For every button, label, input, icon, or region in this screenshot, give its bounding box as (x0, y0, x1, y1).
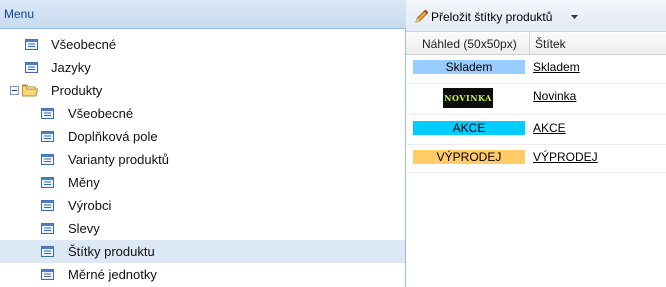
list-icon (41, 154, 54, 165)
menu-tree: Všeobecné Jazyky Produkty Všeobecné Dopl… (0, 33, 405, 286)
tree-item-doplnkova-pole[interactable]: Doplňková pole (0, 125, 405, 148)
collapse-icon[interactable] (10, 86, 19, 95)
label-link[interactable]: Novinka (533, 89, 576, 103)
tree-item-vseobecne[interactable]: Všeobecné (0, 33, 405, 56)
label-link[interactable]: Skladem (533, 60, 580, 74)
column-header-preview[interactable]: Náhled (50x50px) (406, 33, 530, 54)
tree-item-label: Varianty produktů (68, 152, 169, 167)
app-window: Menu Všeobecné Jazyky Produkty Všeobecné (0, 0, 666, 287)
tree-item-label: Produkty (51, 83, 103, 98)
menu-panel-title: Menu (0, 0, 406, 29)
tree-item-label: Všeobecné (51, 37, 117, 52)
label-link[interactable]: AKCE (533, 121, 566, 135)
tree-item-jazyky[interactable]: Jazyky (0, 56, 405, 79)
translate-labels-button-label: Přeložit štítky produktů (431, 10, 553, 24)
tree-item-label: Jazyky (51, 60, 91, 75)
column-header-label[interactable]: Štítek (530, 33, 566, 54)
label-link[interactable]: VÝPRODEJ (533, 150, 598, 164)
list-icon (41, 177, 54, 188)
label-preview-swatch: AKCE (413, 121, 525, 135)
list-icon (25, 62, 38, 73)
grid-header: Náhled (50x50px) Štítek (406, 33, 666, 55)
pencil-icon (415, 9, 429, 23)
folder-open-icon (22, 84, 38, 97)
label-preview-swatch: NOVINKA (443, 88, 493, 108)
table-row[interactable]: AKCE AKCE (406, 115, 666, 145)
tree-item-varianty-produktu[interactable]: Varianty produktů (0, 148, 405, 171)
labels-panel: Přeložit štítky produktů Náhled (50x50px… (406, 0, 666, 287)
list-icon (41, 269, 54, 280)
tree-item-label: Doplňková pole (68, 129, 158, 144)
list-icon (41, 108, 54, 119)
tree-item-produkty[interactable]: Produkty (0, 79, 405, 102)
list-icon (41, 246, 54, 257)
tree-item-meny[interactable]: Měny (0, 171, 405, 194)
tree-item-label: Měrné jednotky (68, 267, 157, 282)
toolbar: Přeložit štítky produktů (406, 0, 666, 32)
tree-item-label: Všeobecné (68, 106, 134, 121)
tree-item-merne-jednotky[interactable]: Měrné jednotky (0, 263, 405, 286)
list-icon (25, 39, 38, 50)
tree-item-produkty-vseobecne[interactable]: Všeobecné (0, 102, 405, 125)
label-preview-swatch: VÝPRODEJ (413, 150, 525, 164)
table-row[interactable]: NOVINKA Novinka (406, 84, 666, 115)
tree-item-label: Měny (68, 175, 100, 190)
table-row[interactable]: VÝPRODEJ VÝPRODEJ (406, 145, 666, 173)
label-preview-swatch: Skladem (413, 60, 525, 74)
menu-panel: Menu Všeobecné Jazyky Produkty Všeobecné (0, 0, 406, 287)
tree-item-vyrobci[interactable]: Výrobci (0, 194, 405, 217)
tree-item-label: Štítky produktu (68, 244, 155, 259)
tree-item-stitky-produktu[interactable]: Štítky produktu (0, 240, 405, 263)
tree-item-label: Slevy (68, 221, 100, 236)
tree-item-label: Výrobci (68, 198, 112, 213)
chevron-down-icon[interactable] (571, 15, 578, 20)
tree-item-slevy[interactable]: Slevy (0, 217, 405, 240)
list-icon (41, 223, 54, 234)
list-icon (41, 131, 54, 142)
table-row[interactable]: Skladem Skladem (406, 56, 666, 84)
list-icon (41, 200, 54, 211)
